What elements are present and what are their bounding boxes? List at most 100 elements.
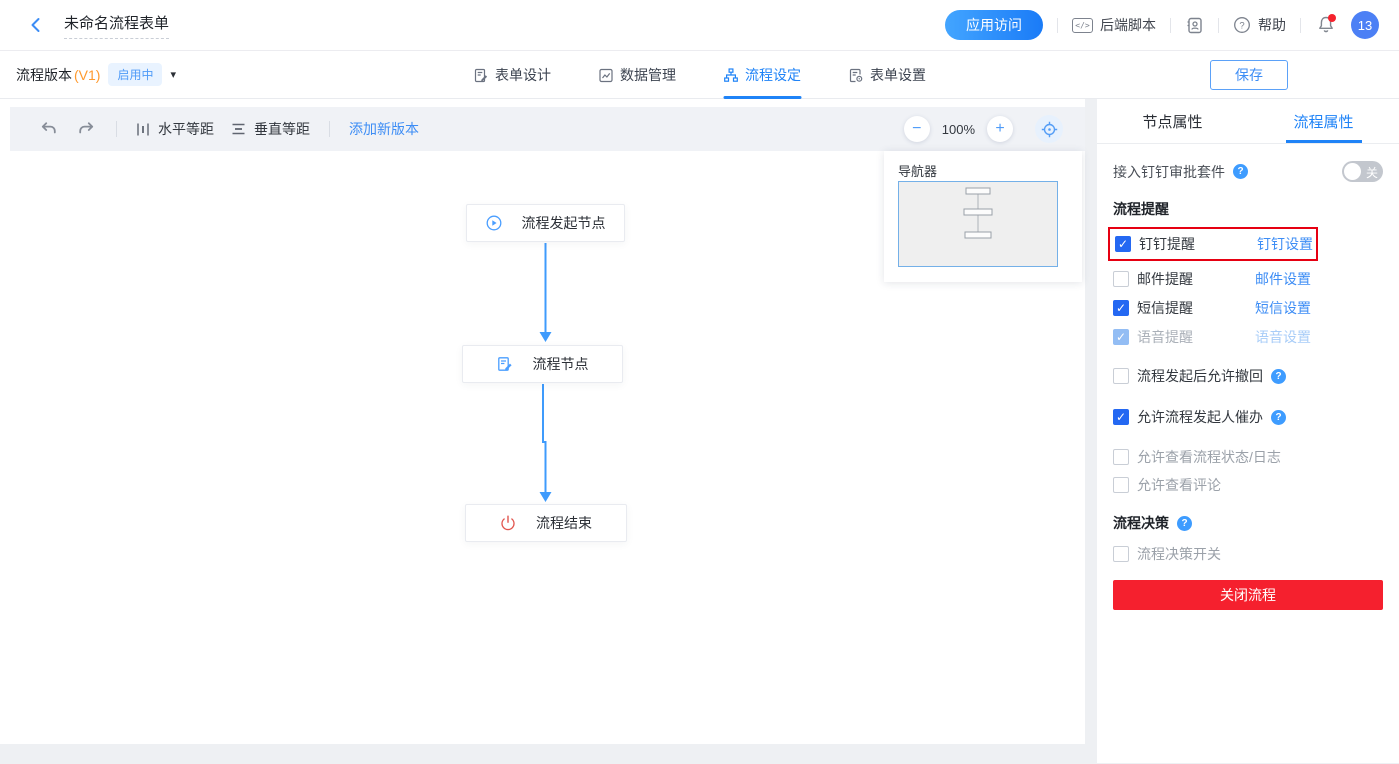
zoom-out-button[interactable]: −: [904, 116, 930, 142]
tab-flow-properties[interactable]: 流程属性: [1248, 99, 1399, 143]
help-button[interactable]: ? 帮助: [1233, 15, 1286, 35]
navigator-title: 导航器: [884, 151, 1082, 180]
highlight-box: 钉钉提醒 钉钉设置: [1108, 227, 1318, 261]
divider: [1057, 18, 1058, 33]
panel-gap: [1085, 99, 1097, 764]
redo-button[interactable]: [75, 118, 97, 140]
undo-button[interactable]: [38, 118, 60, 140]
avatar[interactable]: 13: [1351, 11, 1379, 39]
tab-form-design[interactable]: 表单设计: [473, 51, 551, 99]
fit-view-button[interactable]: [1035, 115, 1063, 143]
voice-reminder-checkbox: [1113, 329, 1129, 345]
properties-panel: 节点属性 流程属性 接入钉钉审批套件 ? 关 流程提醒 钉钉提醒 钉钉设置: [1097, 99, 1399, 763]
option-allow-withdraw: 流程发起后允许撤回 ?: [1113, 365, 1383, 387]
app-root: 未命名流程表单 应用访问 </> 后端脚本: [0, 0, 1399, 764]
version-tag: (V1): [74, 67, 100, 83]
option-view-comments: 允许查看评论: [1113, 474, 1383, 496]
divider: [116, 121, 117, 137]
minimap-preview: [899, 182, 1057, 266]
reminder-row-sms: 短信提醒 短信设置: [1113, 297, 1383, 319]
node-flow-end[interactable]: 流程结束: [465, 504, 627, 542]
allow-withdraw-checkbox[interactable]: [1113, 368, 1129, 384]
reminder-section-title: 流程提醒: [1113, 199, 1383, 219]
redo-icon: [77, 121, 95, 137]
approval-suite-row: 接入钉钉审批套件 ? 关: [1113, 161, 1383, 182]
question-circle-icon: ?: [1233, 16, 1251, 34]
undo-icon: [40, 121, 58, 137]
email-settings-link[interactable]: 邮件设置: [1255, 269, 1311, 289]
option-allow-urge: 允许流程发起人催办 ?: [1113, 406, 1383, 428]
back-button[interactable]: [26, 15, 46, 35]
dingtalk-reminder-checkbox[interactable]: [1115, 236, 1131, 252]
divider: [1300, 18, 1301, 33]
close-flow-button[interactable]: 关闭流程: [1113, 580, 1383, 610]
chevron-down-icon[interactable]: ▾: [170, 68, 176, 81]
play-circle-icon: [486, 215, 502, 231]
horizontal-spacing-icon: [136, 122, 150, 137]
help-icon[interactable]: ?: [1271, 410, 1286, 425]
flow-canvas[interactable]: 水平等距 垂直等距 添加新版本 − 100% +: [0, 99, 1085, 744]
approval-suite-toggle[interactable]: 关: [1342, 161, 1383, 182]
tab-form-settings[interactable]: 表单设置: [848, 51, 926, 99]
vertical-spacing-icon: [231, 122, 246, 136]
toggle-off-label: 关: [1366, 164, 1378, 181]
divider: [329, 121, 330, 137]
decision-section-title: 流程决策 ?: [1113, 513, 1383, 533]
node-flow-step[interactable]: 流程节点: [462, 345, 623, 383]
form-edit-icon: [497, 356, 513, 372]
svg-text:?: ?: [1239, 21, 1244, 32]
node-flow-start[interactable]: 流程发起节点: [466, 204, 625, 242]
app-access-button[interactable]: 应用访问: [945, 10, 1043, 40]
divider: [1218, 18, 1219, 33]
option-view-status: 允许查看流程状态/日志: [1113, 446, 1383, 468]
contacts-button[interactable]: [1185, 16, 1204, 35]
form-settings-icon: [848, 68, 863, 83]
approval-suite-label: 接入钉钉审批套件: [1113, 162, 1225, 182]
tab-node-properties[interactable]: 节点属性: [1097, 99, 1248, 143]
add-version-link[interactable]: 添加新版本: [349, 119, 419, 139]
version-label: 流程版本: [16, 65, 72, 85]
version-selector[interactable]: 流程版本 (V1) 启用中 ▾: [16, 63, 176, 86]
zoom-level: 100%: [942, 122, 975, 137]
divider: [1170, 18, 1171, 33]
main-tabs: 表单设计 数据管理 流程设定: [473, 51, 926, 99]
decision-switch-checkbox[interactable]: [1113, 546, 1129, 562]
email-reminder-checkbox[interactable]: [1113, 271, 1129, 287]
horizontal-spacing-button[interactable]: 水平等距: [136, 119, 214, 139]
form-design-icon: [473, 68, 488, 83]
code-icon: </>: [1072, 18, 1093, 33]
help-icon[interactable]: ?: [1233, 164, 1248, 179]
data-chart-icon: [598, 68, 613, 83]
notification-dot: [1328, 14, 1336, 22]
crosshair-icon: [1041, 121, 1058, 138]
address-book-icon: [1185, 16, 1204, 35]
dingtalk-settings-link[interactable]: 钉钉设置: [1257, 234, 1313, 254]
reminder-row-dingtalk: 钉钉提醒 钉钉设置: [1115, 233, 1316, 255]
save-button[interactable]: 保存: [1210, 60, 1288, 90]
view-comments-checkbox[interactable]: [1113, 477, 1129, 493]
option-decision-switch: 流程决策开关: [1113, 543, 1383, 565]
notification-bell-button[interactable]: [1315, 14, 1337, 36]
navigator-minimap[interactable]: [898, 181, 1058, 267]
backend-script-button[interactable]: </> 后端脚本: [1072, 15, 1156, 35]
page-title[interactable]: 未命名流程表单: [64, 15, 169, 32]
allow-urge-checkbox[interactable]: [1113, 409, 1129, 425]
sms-settings-link[interactable]: 短信设置: [1255, 298, 1311, 318]
help-icon[interactable]: ?: [1177, 516, 1192, 531]
version-bar: 流程版本 (V1) 启用中 ▾ 表单设计 数据管理: [0, 51, 1399, 99]
zoom-in-button[interactable]: +: [987, 116, 1013, 142]
help-icon[interactable]: ?: [1271, 369, 1286, 384]
sms-reminder-checkbox[interactable]: [1113, 300, 1129, 316]
tab-data-management[interactable]: 数据管理: [598, 51, 676, 99]
view-status-checkbox[interactable]: [1113, 449, 1129, 465]
flow-org-icon: [723, 68, 738, 83]
reminder-row-email: 邮件提醒 邮件设置: [1113, 268, 1383, 290]
canvas-toolbar: 水平等距 垂直等距 添加新版本 − 100% +: [10, 107, 1085, 151]
vertical-spacing-button[interactable]: 垂直等距: [231, 119, 310, 139]
top-header: 未命名流程表单 应用访问 </> 后端脚本: [0, 0, 1399, 51]
reminder-row-voice: 语音提醒 语音设置: [1113, 326, 1383, 348]
chevron-left-icon: [28, 17, 44, 33]
tab-flow-setting[interactable]: 流程设定: [723, 51, 801, 99]
voice-settings-link: 语音设置: [1255, 327, 1311, 347]
power-icon: [500, 515, 516, 531]
